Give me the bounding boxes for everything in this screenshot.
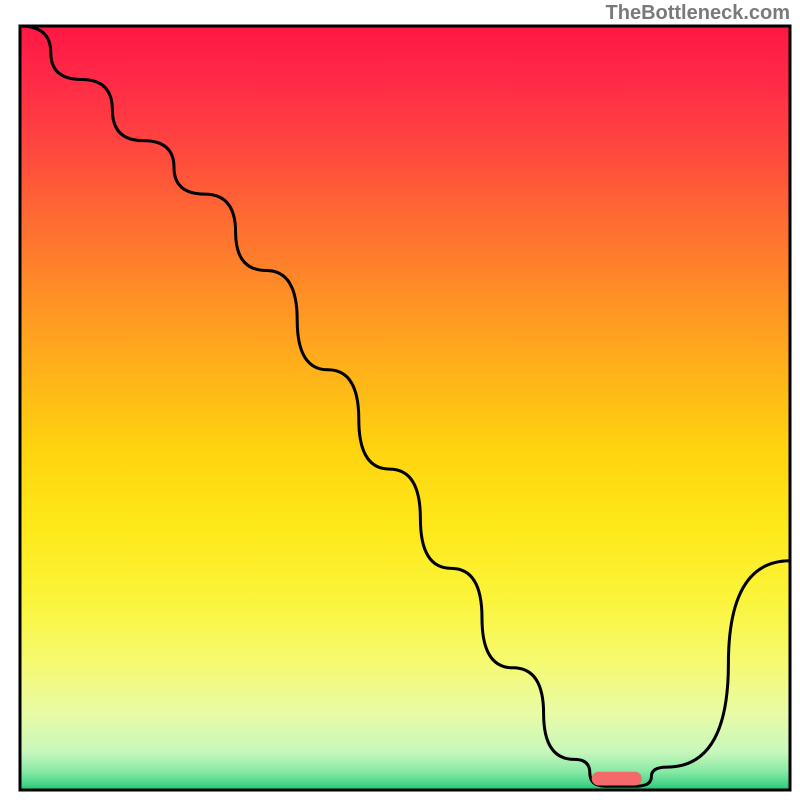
chart-container: TheBottleneck.com	[0, 0, 800, 800]
chart-svg	[0, 0, 800, 800]
optimal-zone-marker	[592, 772, 642, 786]
plot-area	[0, 0, 800, 800]
watermark-text: TheBottleneck.com	[606, 2, 790, 25]
